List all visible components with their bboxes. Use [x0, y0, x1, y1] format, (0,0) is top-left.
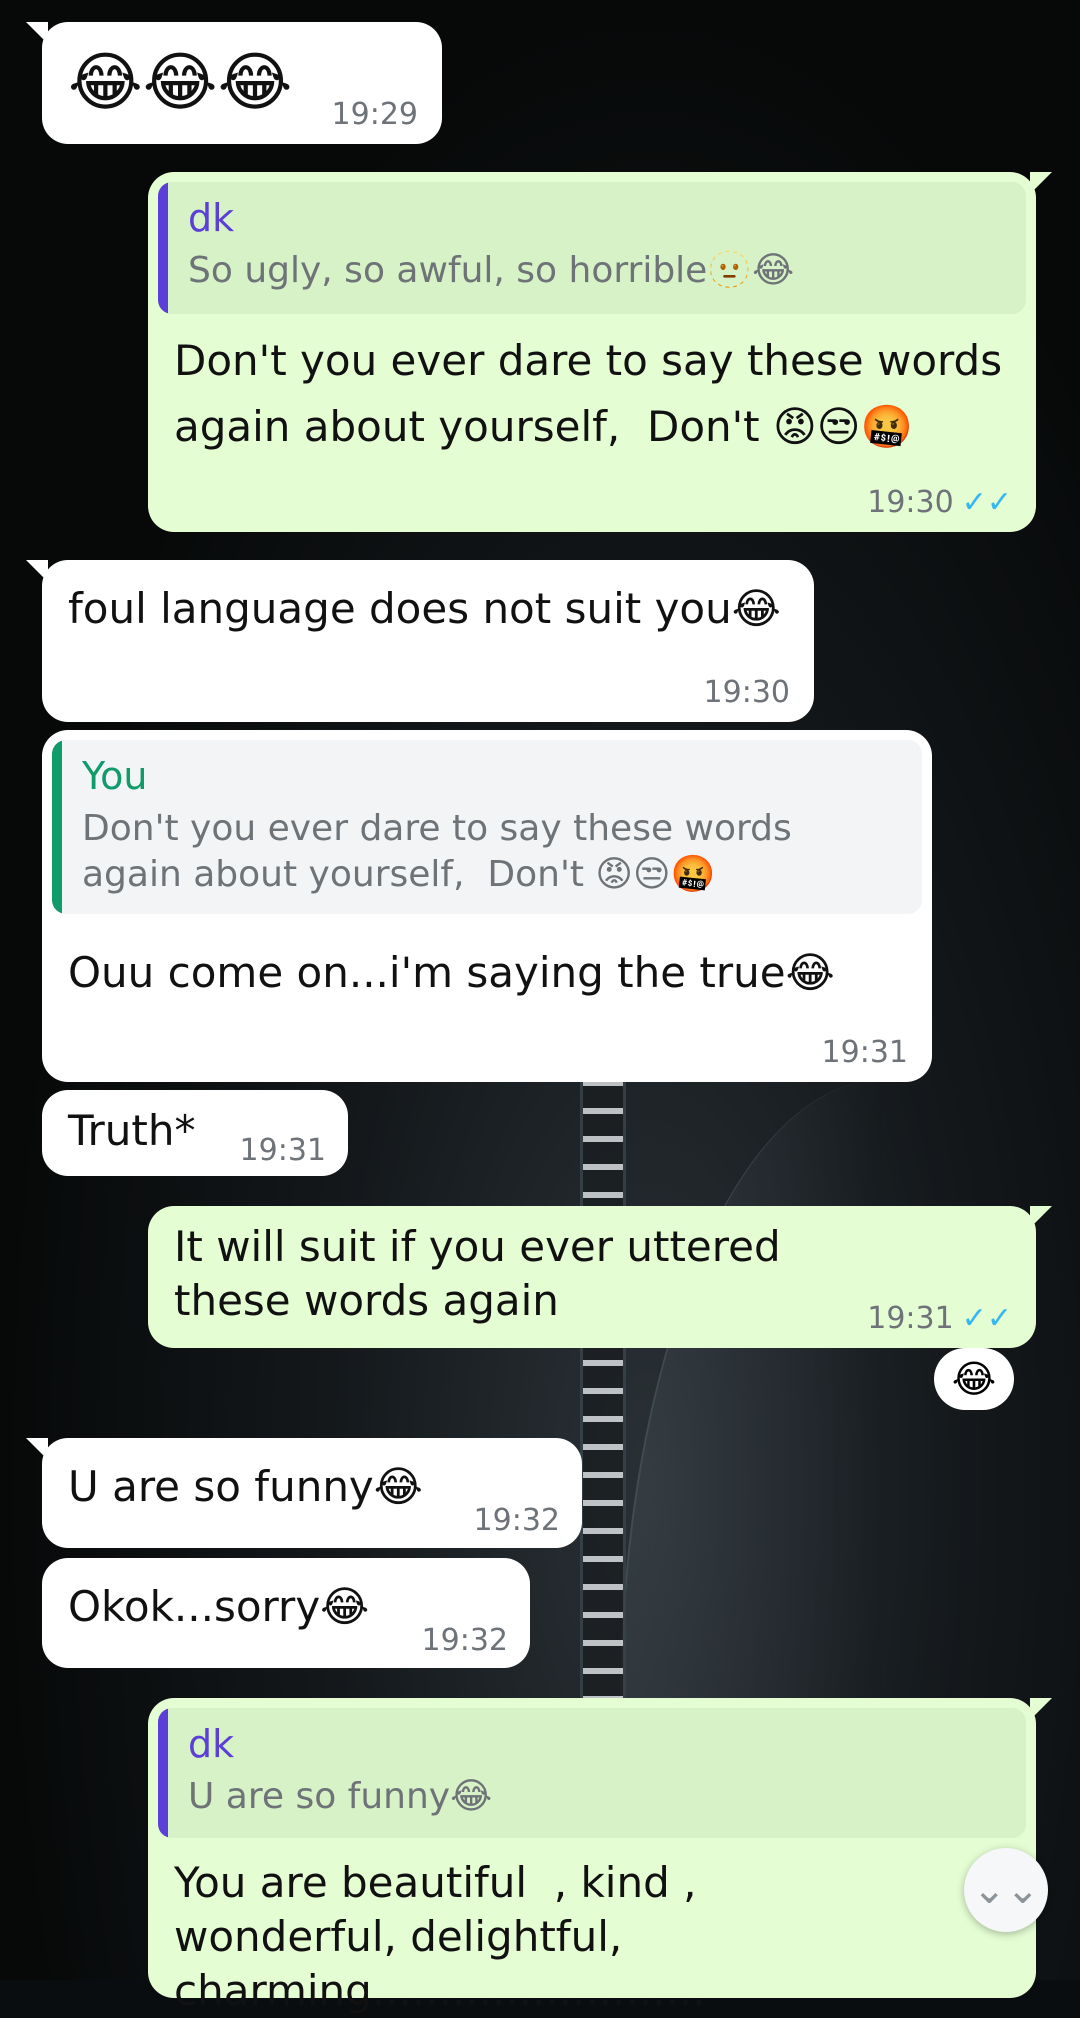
message-text: It will suit if you ever uttered these w…	[174, 1222, 794, 1325]
reply-text: Don't you ever dare to say these words a…	[82, 808, 804, 895]
message-text: foul language does not suit you😂	[68, 584, 781, 633]
message-time: 19:30 ✓✓	[867, 485, 1012, 520]
message-time: 19:29	[331, 97, 418, 132]
message-time-value: 19:30	[867, 485, 954, 520]
message-incoming[interactable]: foul language does not suit you😂 19:30	[26, 560, 814, 722]
message-time: 19:32	[473, 1503, 560, 1538]
reply-author: You	[82, 754, 148, 798]
message-incoming[interactable]: Truth* 19:31	[42, 1090, 348, 1176]
message-outgoing[interactable]: dk So ugly, so awful, so horrible🫥😂 Don'…	[148, 172, 1052, 532]
reply-quote[interactable]: dk U are so funny😂	[158, 1708, 1026, 1838]
chevron-double-down-icon: ⌄⌄	[972, 1867, 1040, 1913]
message-time: 19:31	[239, 1133, 326, 1168]
reply-accent-bar	[52, 740, 62, 914]
message-time-value: 19:31	[867, 1301, 954, 1336]
message-text: You are beautiful , kind , wonderful, de…	[174, 1858, 710, 2015]
reply-text: U are so funny😂	[188, 1776, 493, 1817]
wallpaper-building-tower	[580, 1080, 626, 1700]
message-text: Don't you ever dare to say these words a…	[174, 336, 1016, 451]
reply-text: So ugly, so awful, so horrible🫥😂	[188, 250, 795, 291]
reply-quote[interactable]: dk So ugly, so awful, so horrible🫥😂	[158, 182, 1026, 314]
message-incoming[interactable]: Okok...sorry😂 19:32	[42, 1558, 530, 1668]
read-receipt-icon: ✓✓	[961, 1301, 1012, 1336]
message-outgoing[interactable]: It will suit if you ever uttered these w…	[148, 1206, 1052, 1348]
message-time: 19:31	[821, 1035, 908, 1070]
reply-accent-bar	[158, 1708, 168, 1838]
message-time: 19:32	[421, 1623, 508, 1658]
message-incoming[interactable]: 😂😂😂 19:29	[26, 22, 442, 144]
reply-accent-bar	[158, 182, 168, 314]
message-incoming[interactable]: U are so funny😂 19:32	[26, 1438, 582, 1548]
scroll-to-bottom-button[interactable]: ⌄⌄	[964, 1848, 1048, 1932]
reply-author: dk	[188, 196, 235, 240]
message-text: Ouu come on...i'm saying the true😂	[68, 948, 835, 997]
message-time: 19:31 ✓✓	[867, 1301, 1012, 1336]
reaction-badge[interactable]: 😂	[934, 1348, 1014, 1410]
message-incoming[interactable]: You Don't you ever dare to say these wor…	[42, 730, 932, 1082]
reply-quote[interactable]: You Don't you ever dare to say these wor…	[52, 740, 922, 914]
message-time: 19:30	[703, 675, 790, 710]
reply-author: dk	[188, 1722, 235, 1766]
read-receipt-icon: ✓✓	[961, 485, 1012, 520]
message-outgoing[interactable]: dk U are so funny😂 You are beautiful , k…	[148, 1698, 1052, 2015]
